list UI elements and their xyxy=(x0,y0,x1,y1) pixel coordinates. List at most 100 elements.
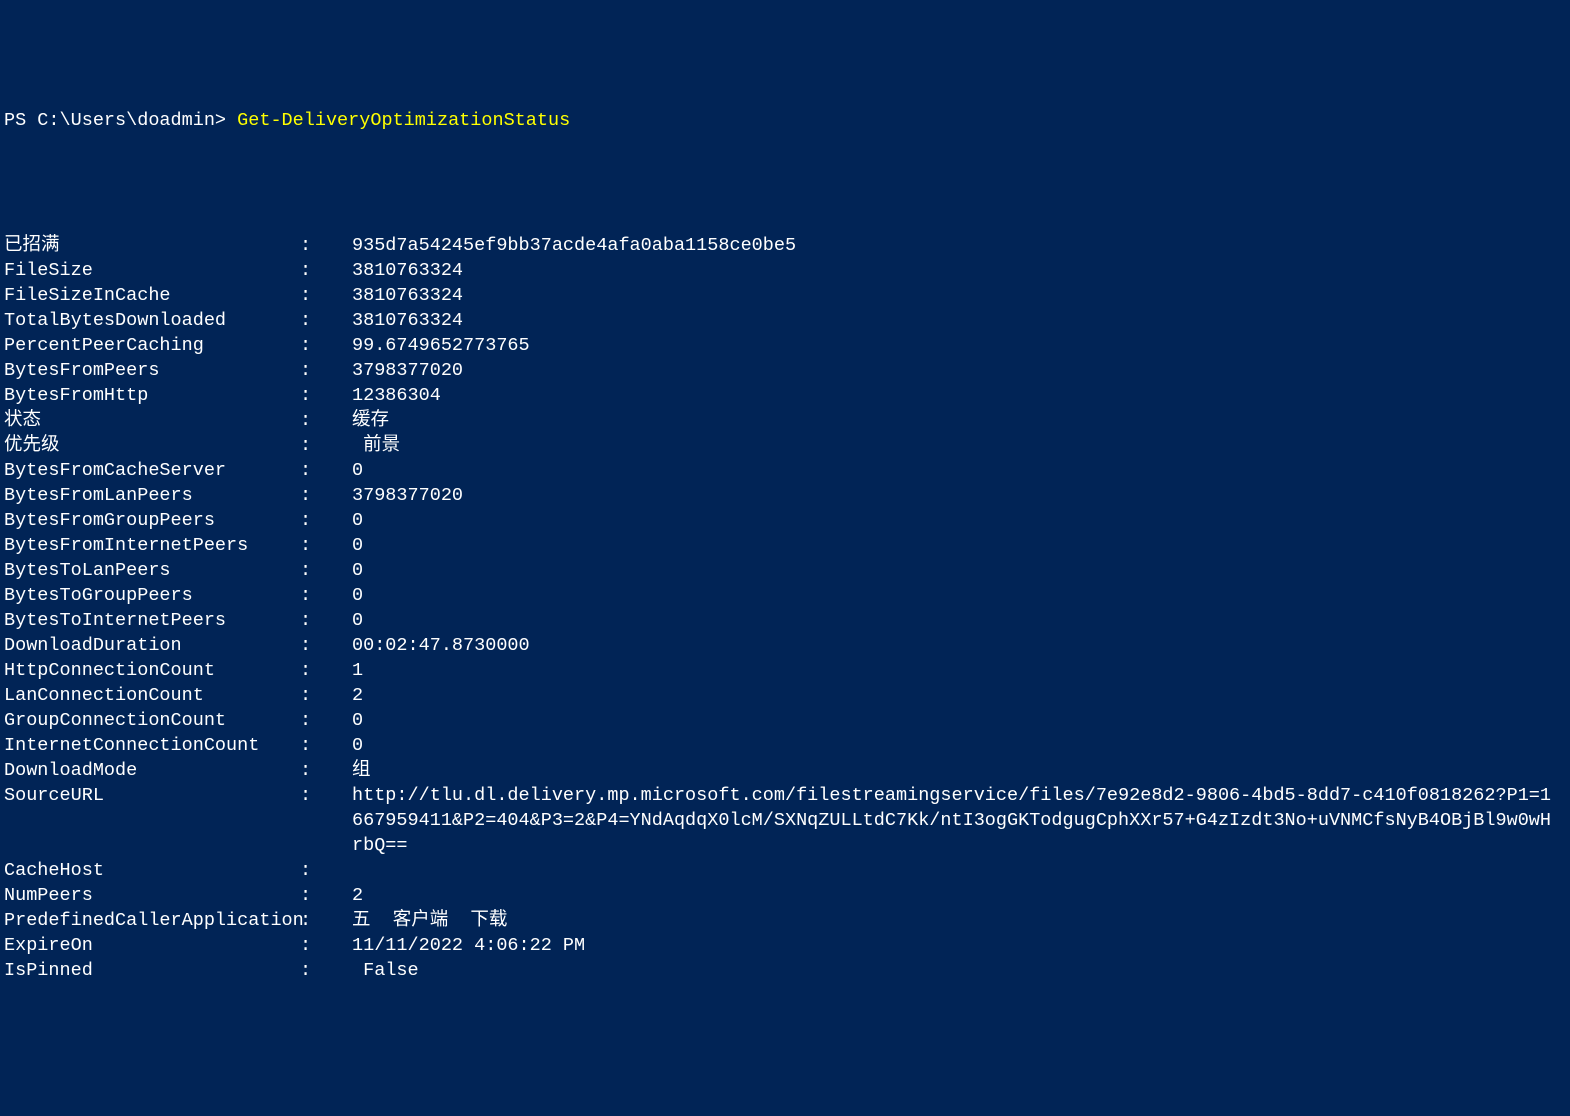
field-separator: : xyxy=(300,583,352,608)
output-row: HttpConnectionCount: 1 xyxy=(4,658,1566,683)
field-value: 12386304 xyxy=(352,383,1566,408)
field-separator: : xyxy=(300,283,352,308)
field-value: 0 xyxy=(352,533,1566,558)
output-spacer xyxy=(4,158,1566,208)
field-separator: : xyxy=(300,658,352,683)
output-row: BytesFromPeers: 3798377020 xyxy=(4,358,1566,383)
field-label: FileSize xyxy=(4,258,300,283)
field-value: 0 xyxy=(352,733,1566,758)
field-value: False xyxy=(352,958,1566,983)
output-row: BytesFromCacheServer: 0 xyxy=(4,458,1566,483)
field-value: 缓存 xyxy=(352,408,1566,433)
field-separator: : xyxy=(300,233,352,258)
output-row: PercentPeerCaching: 99.6749652773765 xyxy=(4,333,1566,358)
field-value: 2 xyxy=(352,683,1566,708)
field-separator: : xyxy=(300,908,352,933)
output-row: PredefinedCallerApplication: 五 客户端 下载 xyxy=(4,908,1566,933)
field-value: 3798377020 xyxy=(352,358,1566,383)
field-separator: : xyxy=(300,708,352,733)
field-label: BytesFromGroupPeers xyxy=(4,508,300,533)
field-value: 3810763324 xyxy=(352,283,1566,308)
output-row: DownloadDuration: 00:02:47.8730000 xyxy=(4,633,1566,658)
field-value: http://tlu.dl.delivery.mp.microsoft.com/… xyxy=(352,783,1566,858)
output-row: BytesFromHttp: 12386304 xyxy=(4,383,1566,408)
field-separator: : xyxy=(300,258,352,283)
field-label: 已招满 xyxy=(4,233,300,258)
field-label: FileSizeInCache xyxy=(4,283,300,308)
field-label: BytesToGroupPeers xyxy=(4,583,300,608)
output-row: BytesToInternetPeers: 0 xyxy=(4,608,1566,633)
field-separator: : xyxy=(300,358,352,383)
field-value: 0 xyxy=(352,508,1566,533)
output-row: FileSizeInCache: 3810763324 xyxy=(4,283,1566,308)
field-value: 11/11/2022 4:06:22 PM xyxy=(352,933,1566,958)
field-value: 3798377020 xyxy=(352,483,1566,508)
field-separator: : xyxy=(300,933,352,958)
field-label: BytesFromInternetPeers xyxy=(4,533,300,558)
field-label: NumPeers xyxy=(4,883,300,908)
field-label: BytesToInternetPeers xyxy=(4,608,300,633)
output-row: InternetConnectionCount: 0 xyxy=(4,733,1566,758)
field-value: 组 xyxy=(352,758,1566,783)
output-row: ExpireOn: 11/11/2022 4:06:22 PM xyxy=(4,933,1566,958)
output-row: CacheHost: xyxy=(4,858,1566,883)
output-row: 状态: 缓存 xyxy=(4,408,1566,433)
field-label: BytesToLanPeers xyxy=(4,558,300,583)
field-separator: : xyxy=(300,883,352,908)
field-label: 状态 xyxy=(4,408,300,433)
field-label: SourceURL xyxy=(4,783,300,808)
field-label: BytesFromHttp xyxy=(4,383,300,408)
output-row: SourceURL: http://tlu.dl.delivery.mp.mic… xyxy=(4,783,1566,858)
output-row: LanConnectionCount: 2 xyxy=(4,683,1566,708)
field-label: LanConnectionCount xyxy=(4,683,300,708)
field-value: 0 xyxy=(352,708,1566,733)
output-row: BytesToLanPeers: 0 xyxy=(4,558,1566,583)
field-label: HttpConnectionCount xyxy=(4,658,300,683)
field-separator: : xyxy=(300,783,352,808)
prompt-line[interactable]: PS C:\Users\doadmin> Get-DeliveryOptimiz… xyxy=(4,108,1566,133)
output-row: FileSize: 3810763324 xyxy=(4,258,1566,283)
field-label: BytesFromCacheServer xyxy=(4,458,300,483)
output-row: 优先级: 前景 xyxy=(4,433,1566,458)
field-label: PercentPeerCaching xyxy=(4,333,300,358)
field-value: 99.6749652773765 xyxy=(352,333,1566,358)
field-separator: : xyxy=(300,383,352,408)
field-value: 3810763324 xyxy=(352,258,1566,283)
field-separator: : xyxy=(300,958,352,983)
output-row: BytesToGroupPeers: 0 xyxy=(4,583,1566,608)
field-separator: : xyxy=(300,633,352,658)
field-separator: : xyxy=(300,858,352,883)
field-separator: : xyxy=(300,458,352,483)
field-value: 3810763324 xyxy=(352,308,1566,333)
field-value: 2 xyxy=(352,883,1566,908)
output-row: NumPeers: 2 xyxy=(4,883,1566,908)
command-output: 已招满: 935d7a54245ef9bb37acde4afa0aba1158c… xyxy=(4,233,1566,983)
field-value: 0 xyxy=(352,458,1566,483)
field-value: 0 xyxy=(352,583,1566,608)
output-row: BytesFromInternetPeers: 0 xyxy=(4,533,1566,558)
output-row: IsPinned: False xyxy=(4,958,1566,983)
prompt-command: Get-DeliveryOptimizationStatus xyxy=(237,108,570,133)
field-separator: : xyxy=(300,433,352,458)
field-separator: : xyxy=(300,608,352,633)
field-label: DownloadDuration xyxy=(4,633,300,658)
output-row: TotalBytesDownloaded: 3810763324 xyxy=(4,308,1566,333)
field-label: IsPinned xyxy=(4,958,300,983)
field-separator: : xyxy=(300,758,352,783)
field-separator: : xyxy=(300,408,352,433)
output-row: BytesFromGroupPeers: 0 xyxy=(4,508,1566,533)
field-value: 前景 xyxy=(352,433,1566,458)
field-value: 00:02:47.8730000 xyxy=(352,633,1566,658)
field-label: InternetConnectionCount xyxy=(4,733,300,758)
field-separator: : xyxy=(300,308,352,333)
field-label: CacheHost xyxy=(4,858,300,883)
field-value: 0 xyxy=(352,608,1566,633)
field-label: DownloadMode xyxy=(4,758,300,783)
field-label: 优先级 xyxy=(4,433,300,458)
field-separator: : xyxy=(300,333,352,358)
prompt-prefix: PS C:\Users\doadmin> xyxy=(4,108,237,133)
output-row: DownloadMode: 组 xyxy=(4,758,1566,783)
field-value: 935d7a54245ef9bb37acde4afa0aba1158ce0be5 xyxy=(352,233,1566,258)
output-row: BytesFromLanPeers: 3798377020 xyxy=(4,483,1566,508)
field-separator: : xyxy=(300,733,352,758)
